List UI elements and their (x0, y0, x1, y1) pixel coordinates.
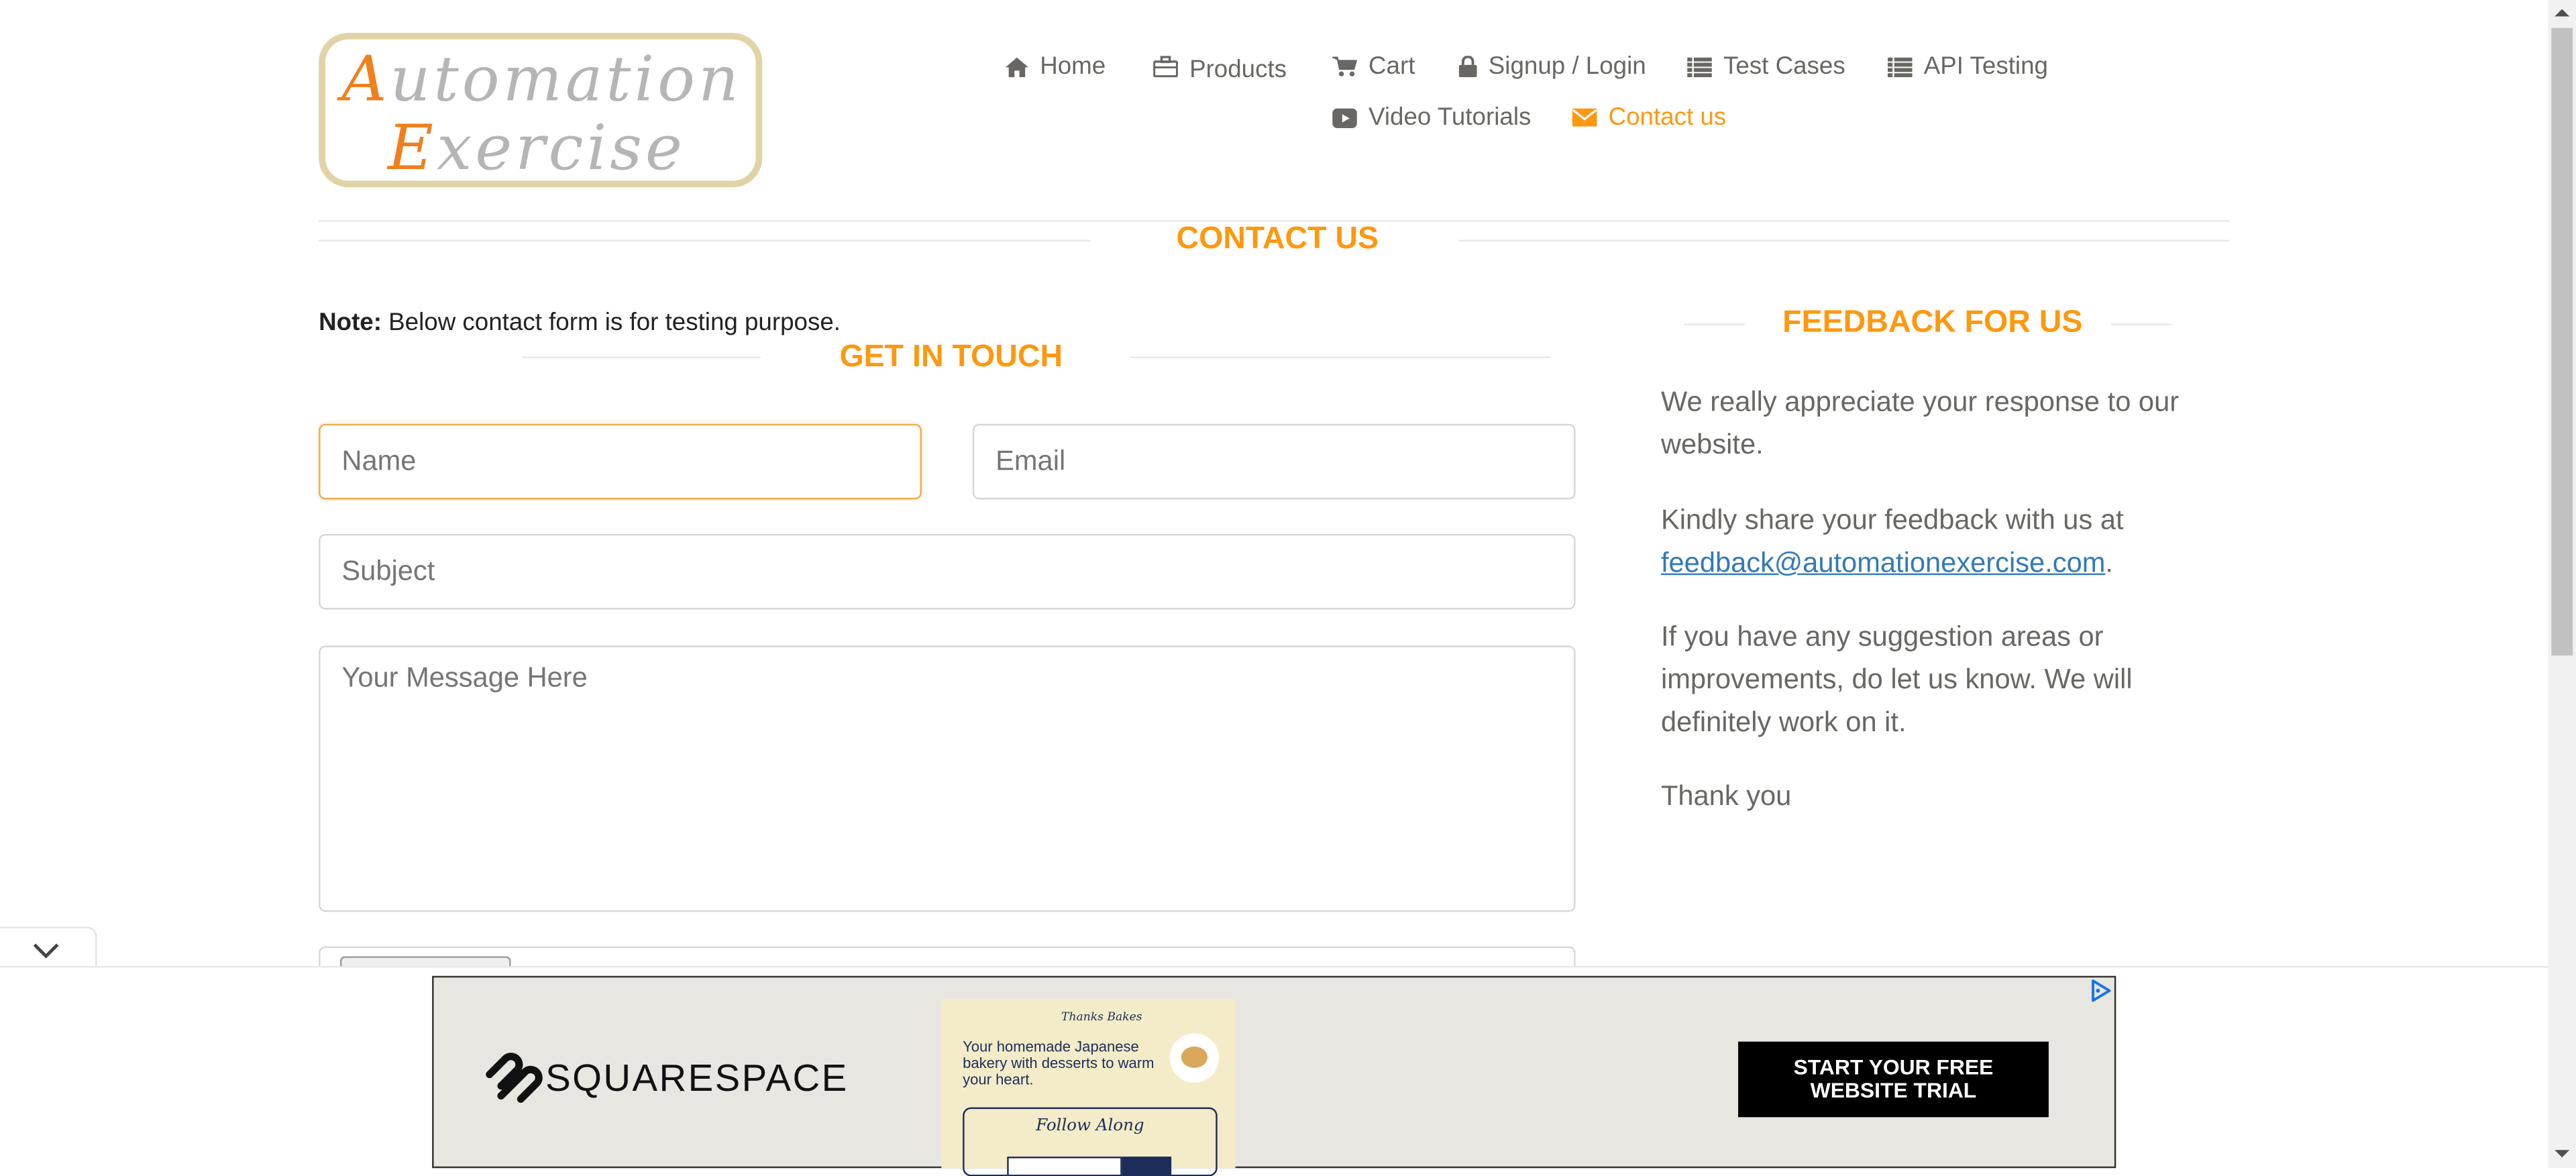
nav-api-testing-label: API Testing (1923, 52, 2048, 81)
note-label: Note: (319, 309, 382, 337)
list-icon (1687, 56, 1712, 76)
ad-mock-food-image (1169, 1033, 1220, 1083)
subject-input[interactable] (319, 533, 1576, 610)
title-rule-left (522, 356, 761, 358)
title-rule-left (1684, 323, 1745, 325)
ad-mock-headline: Your homemade Japanese bakery with desse… (963, 1038, 1155, 1088)
page-title: CONTACT US (1176, 221, 1379, 257)
chevron-down-icon (33, 943, 59, 959)
feedback-text: . (2105, 547, 2114, 579)
ad-cta-label: START YOUR FREE WEBSITE TRIAL (1793, 1055, 1994, 1103)
squarespace-logo-icon (486, 1053, 543, 1103)
scroll-up-arrow-icon[interactable] (2548, 3, 2576, 23)
nav-home-label: Home (1040, 52, 1106, 81)
ad-cta-button[interactable]: START YOUR FREE WEBSITE TRIAL (1738, 1041, 2049, 1118)
logo-word-automation: Automation (341, 42, 742, 115)
nav-api-testing[interactable]: API Testing (1887, 52, 2048, 81)
adchoices-icon[interactable] (2090, 979, 2112, 1002)
nav-test-cases-label: Test Cases (1723, 52, 1845, 81)
lock-icon (1458, 56, 1477, 78)
nav-signup-login[interactable]: Signup / Login (1458, 52, 1646, 81)
scrollbar-thumb[interactable] (2551, 28, 2573, 656)
feedback-paragraph: If you have any suggestion areas or impr… (1660, 621, 2133, 738)
title-rule-right (1130, 356, 1551, 358)
home-icon (1005, 56, 1029, 76)
nav-products-label: Products (1189, 56, 1287, 84)
nav-cart-label: Cart (1368, 52, 1415, 81)
feedback-title: FEEDBACK FOR US (1782, 305, 2083, 340)
email-input[interactable] (972, 423, 1576, 500)
list-icon (1887, 56, 1913, 76)
nav-home[interactable]: Home (1005, 52, 1106, 81)
nav-test-cases[interactable]: Test Cases (1687, 52, 1845, 81)
nav-signup-login-label: Signup / Login (1488, 52, 1646, 81)
ad-mock-site-name: Thanks Bakes (1061, 1010, 1142, 1024)
ad-mock-follow-title: Follow Along (1036, 1117, 1144, 1136)
nav-contact-us-label: Contact us (1608, 103, 1727, 131)
nav-contact-us[interactable]: Contact us (1572, 103, 1727, 131)
nav-video-tutorials-label: Video Tutorials (1368, 103, 1532, 131)
logo-word-exercise: Exercise (387, 111, 686, 184)
cart-icon (1332, 56, 1357, 76)
feedback-text: Kindly share your feedback with us at (1660, 504, 2124, 536)
get-in-touch-title: GET IN TOUCH (839, 339, 1063, 375)
title-rule-right (1458, 239, 2230, 242)
title-rule-right (2110, 323, 2172, 325)
ad-preview-image: Thanks Bakes Your homemade Japanese bake… (941, 998, 1236, 1176)
feedback-email-link[interactable]: feedback@automationexercise.com (1661, 547, 2105, 579)
youtube-play-icon (1332, 107, 1357, 127)
ad-brand-name: SQUARESPACE (545, 1056, 849, 1100)
briefcase-icon (1153, 56, 1178, 78)
title-rule-left (319, 239, 1091, 242)
envelope-icon (1572, 108, 1597, 127)
feedback-thank-you: Thank you (1660, 780, 1792, 812)
site-logo[interactable]: Automation Exercise (319, 32, 763, 188)
feedback-paragraph: We really appreciate your response to ou… (1660, 386, 2180, 460)
nav-products[interactable]: Products (1153, 52, 1287, 84)
form-note: Note: Below contact form is for testing … (319, 309, 841, 337)
feedback-paragraph: Kindly share your feedback with us at fe… (1661, 499, 2187, 584)
nav-cart[interactable]: Cart (1332, 52, 1415, 81)
scroll-down-arrow-icon[interactable] (2548, 1144, 2576, 1163)
message-textarea[interactable] (319, 645, 1576, 912)
name-input[interactable] (319, 423, 922, 500)
nav-video-tutorials[interactable]: Video Tutorials (1332, 103, 1531, 131)
note-text: Below contact form is for testing purpos… (381, 309, 841, 337)
